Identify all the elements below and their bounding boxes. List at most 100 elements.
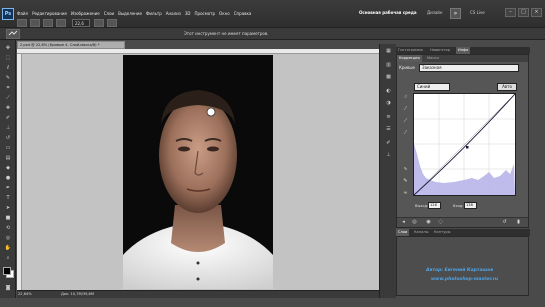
menu-filter[interactable]: Фильтр bbox=[146, 9, 162, 19]
clone-stamp-tool-icon[interactable]: ⊥ bbox=[3, 124, 13, 132]
tool-preset-picker[interactable] bbox=[6, 29, 20, 39]
quick-select-tool-icon[interactable]: ✎ bbox=[3, 74, 13, 82]
lasso-tool-icon[interactable]: ℓ bbox=[3, 64, 13, 72]
menu-file[interactable]: Файл bbox=[17, 9, 28, 19]
zoom-level-field[interactable]: 22,6 bbox=[72, 19, 90, 27]
brushes-icon[interactable]: ✐ bbox=[384, 140, 393, 147]
adjustments-footer: ◂ ◎ ◉ ◌ ↺ ▮ bbox=[397, 217, 528, 227]
gray-point-eyedropper-icon[interactable]: ⟋ bbox=[401, 117, 410, 126]
eraser-tool-icon[interactable]: ▭ bbox=[3, 144, 13, 152]
tab-channels[interactable]: Каналы bbox=[412, 229, 430, 236]
portrait-image bbox=[123, 55, 273, 289]
marquee-tool-icon[interactable]: ⬚ bbox=[3, 54, 13, 62]
cs-live-button[interactable]: CS Live bbox=[470, 10, 485, 15]
auto-button[interactable]: Авто bbox=[497, 83, 517, 91]
screen-mode-button[interactable] bbox=[107, 19, 117, 27]
menu-layers[interactable]: Слои bbox=[104, 9, 114, 19]
move-tool-icon[interactable]: ✥ bbox=[3, 44, 13, 52]
panel-tab-bar: Гистограмма Навигатор Инфо bbox=[396, 47, 530, 54]
healing-brush-tool-icon[interactable]: ✚ bbox=[3, 104, 13, 112]
curves-graph-svg bbox=[413, 93, 516, 196]
tab-layers[interactable]: Слои bbox=[396, 229, 410, 236]
targeted-adjustment-icon bbox=[8, 30, 18, 36]
document-tab[interactable]: 2.psd @ 22,6% (Кривые 4, Слой-маска/8) * bbox=[17, 41, 125, 49]
minimize-button[interactable]: – bbox=[505, 8, 516, 17]
arrange-documents-button[interactable] bbox=[94, 19, 104, 27]
close-button[interactable]: × bbox=[531, 8, 542, 17]
visibility-eye-icon[interactable]: ◉ bbox=[425, 219, 432, 226]
zoom-tool-icon[interactable]: ⌕ bbox=[3, 254, 13, 262]
type-tool-icon[interactable]: T bbox=[3, 194, 13, 202]
path-selection-tool-icon[interactable]: ➤ bbox=[3, 204, 13, 212]
tab-paths[interactable]: Контуры bbox=[432, 229, 452, 236]
restore-button[interactable]: □ bbox=[518, 8, 529, 17]
blur-tool-icon[interactable]: ◆ bbox=[3, 164, 13, 172]
layers-panel bbox=[396, 236, 529, 296]
tab-adjustments[interactable]: Коррекция bbox=[397, 55, 422, 62]
portrait-photo[interactable] bbox=[123, 55, 273, 289]
minibridge-button[interactable] bbox=[30, 19, 40, 27]
3d-camera-tool-icon[interactable]: ◎ bbox=[3, 234, 13, 242]
tab-masks[interactable]: Маски bbox=[425, 55, 441, 62]
menu-bar: Ps Файл Редактирование Изображение Слои … bbox=[0, 0, 545, 28]
bridge-button[interactable] bbox=[17, 19, 27, 27]
doc-size-status[interactable]: Док: 10,7M/39,6M bbox=[61, 292, 94, 296]
targeted-adjustment-tool-icon[interactable]: ☝ bbox=[401, 93, 410, 102]
back-arrow-icon[interactable]: ◂ bbox=[400, 219, 407, 226]
adjustments-panel: Коррекция Маски Кривые Заказная Синий Ав… bbox=[396, 54, 529, 228]
adjustments-icon[interactable]: ◐ bbox=[384, 88, 393, 95]
swatches-icon[interactable]: ▩ bbox=[384, 74, 393, 81]
curve-smooth-icon[interactable]: ≈ bbox=[401, 189, 410, 198]
input-field[interactable]: 138 bbox=[464, 202, 477, 209]
menu-view[interactable]: Просмотр bbox=[195, 9, 216, 19]
dodge-tool-icon[interactable]: ● bbox=[3, 174, 13, 182]
curve-draw-icon[interactable]: ✎ bbox=[401, 177, 410, 186]
3d-rotate-tool-icon[interactable]: ⟲ bbox=[3, 224, 13, 232]
foreground-color-swatch[interactable] bbox=[3, 267, 11, 275]
history-brush-tool-icon[interactable]: ↺ bbox=[3, 134, 13, 142]
preset-select[interactable]: Заказная bbox=[419, 64, 519, 72]
menu-3d[interactable]: 3D bbox=[185, 9, 191, 19]
clip-to-layer-icon[interactable]: ◎ bbox=[411, 219, 418, 226]
menu-edit[interactable]: Редактирование bbox=[32, 9, 67, 19]
more-workspaces-icon[interactable]: » bbox=[450, 8, 461, 19]
shape-tool-icon[interactable]: ■ bbox=[3, 214, 13, 222]
panel-icon-strip: ▦ ▥ ▩ ◐ ◑ ≡ ☰ ✐ ⊥ bbox=[379, 44, 396, 298]
workspace-design[interactable]: Дизайн bbox=[427, 10, 443, 15]
menu-window[interactable]: Окно bbox=[219, 9, 230, 19]
histogram-icon[interactable]: ▥ bbox=[384, 62, 393, 69]
black-point-eyedropper-icon[interactable]: ⟋ bbox=[401, 105, 410, 114]
hand-tool-icon[interactable]: ✋ bbox=[3, 244, 13, 252]
channels-icon[interactable]: ☰ bbox=[384, 126, 393, 133]
menu-select[interactable]: Выделение bbox=[118, 9, 142, 19]
curve-edit-points-icon[interactable]: ∿ bbox=[401, 165, 410, 174]
hand-tool-button[interactable] bbox=[56, 19, 66, 27]
gradient-tool-icon[interactable]: ▤ bbox=[3, 154, 13, 162]
quick-mask-icon[interactable]: ◙ bbox=[3, 284, 13, 292]
channel-select[interactable]: Синий bbox=[414, 83, 450, 91]
menu-analysis[interactable]: Анализ bbox=[166, 9, 181, 19]
navigator-icon[interactable]: ▦ bbox=[384, 48, 393, 55]
clone-source-icon[interactable]: ⊥ bbox=[384, 152, 393, 159]
trash-icon[interactable]: ▮ bbox=[515, 219, 522, 226]
output-field[interactable]: 126 bbox=[428, 202, 441, 209]
extras-button[interactable] bbox=[43, 19, 53, 27]
workspace-essentials[interactable]: Основная рабочая среда bbox=[359, 10, 417, 15]
options-message: Этот инструмент не имеет параметров. bbox=[184, 31, 269, 36]
curves-graph[interactable] bbox=[413, 93, 516, 196]
tab-histogram[interactable]: Гистограмма bbox=[396, 47, 425, 54]
view-previous-icon[interactable]: ◌ bbox=[437, 219, 444, 226]
tab-navigator[interactable]: Навигатор bbox=[428, 47, 452, 54]
menu-help[interactable]: Справка bbox=[234, 9, 252, 19]
reset-icon[interactable]: ↺ bbox=[501, 219, 508, 226]
tab-info[interactable]: Инфо bbox=[456, 47, 471, 54]
layers-icon[interactable]: ≡ bbox=[384, 114, 393, 121]
menu-image[interactable]: Изображение bbox=[71, 9, 100, 19]
zoom-status[interactable]: 22,64% bbox=[18, 292, 32, 296]
crop-tool-icon[interactable]: ⌗ bbox=[3, 84, 13, 92]
eyedropper-tool-icon[interactable]: ⟋ bbox=[3, 94, 13, 102]
brush-tool-icon[interactable]: ✐ bbox=[3, 114, 13, 122]
white-point-eyedropper-icon[interactable]: ⟋ bbox=[401, 129, 410, 138]
masks-icon[interactable]: ◑ bbox=[384, 100, 393, 107]
pen-tool-icon[interactable]: ✒ bbox=[3, 184, 13, 192]
